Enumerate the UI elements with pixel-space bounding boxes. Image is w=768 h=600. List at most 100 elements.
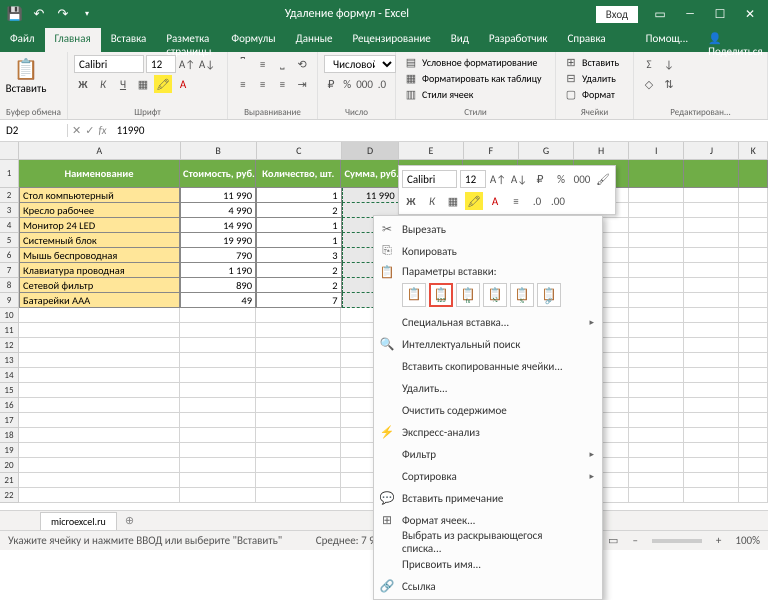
mini-currency-icon[interactable]: ₽ [531,170,549,188]
ctx-smart-lookup[interactable]: 🔍Интеллектуальный поиск [374,333,602,355]
mini-fill-icon[interactable]: 🖍 [465,192,483,210]
zoom-level[interactable]: 100% [735,534,760,547]
fx-icon[interactable]: fx [98,124,106,137]
ctx-link[interactable]: 🔗Ссылка [374,575,602,597]
ctx-define-name[interactable]: Присвоить имя... [374,553,602,575]
tab-review[interactable]: Рецензирование [343,28,441,52]
redo-icon[interactable]: ↷ [52,3,74,25]
sort-filter-icon[interactable]: ⇅ [660,75,678,93]
ctx-paste-special[interactable]: Специальная вставка... [374,311,602,333]
orient-icon[interactable]: ⟲ [293,55,311,73]
font-select[interactable] [74,55,144,73]
ctx-quick-analysis[interactable]: ⚡Экспресс-анализ [374,421,602,443]
sheet-tab[interactable]: microexcel.ru [40,512,117,530]
col-K[interactable]: K [739,142,768,160]
align-left-icon[interactable]: ≡ [234,75,252,93]
fontsize-select[interactable] [146,55,176,73]
currency-icon[interactable]: ₽ [324,75,338,93]
mini-thousands-icon[interactable]: 000 [573,170,591,188]
tab-formulas[interactable]: Формулы [221,28,285,52]
mini-size[interactable] [460,170,486,188]
astable-button[interactable]: Форматировать как таблицу [422,72,542,85]
mini-font[interactable] [402,170,457,188]
ctx-delete[interactable]: Удалить... [374,377,602,399]
ctx-copy[interactable]: ⎘Копировать [374,240,602,262]
col-A[interactable]: A [19,142,181,160]
mini-grow-icon[interactable]: A↑ [489,170,507,188]
cancel-fx-icon[interactable]: ✕ [72,124,81,137]
ctx-format-cells[interactable]: ⊞Формат ячеек... [374,509,602,531]
mini-bold[interactable]: Ж [402,192,420,210]
col-H[interactable]: H [574,142,629,160]
inc-dec-icon[interactable]: .0 [375,75,389,93]
zoom-slider[interactable] [652,539,702,543]
underline-button[interactable]: Ч [114,75,132,93]
view-break-icon[interactable]: ▭ [608,534,618,547]
ribbon-options-icon[interactable]: ▭ [646,3,674,25]
undo-icon[interactable]: ↶ [28,3,50,25]
mini-center-icon[interactable]: ≡ [507,192,525,210]
thousands-icon[interactable]: 000 [356,75,373,93]
new-sheet-icon[interactable]: ⊕ [117,514,142,527]
col-B[interactable]: B [181,142,257,160]
ctx-dropdown[interactable]: Выбрать из раскрывающегося списка... [374,531,602,553]
tab-tellme[interactable]: Помощ... [636,28,698,52]
insert-button[interactable]: Вставить [582,56,619,69]
maximize-icon[interactable]: ☐ [706,3,734,25]
fill-color-icon[interactable]: 🖍 [154,75,172,93]
grow-font-icon[interactable]: A↑ [178,55,196,73]
font-color-icon[interactable]: A [174,75,192,93]
paste-button[interactable]: 📋Вставить [6,54,46,98]
tab-share[interactable]: 👤 Поделиться [698,28,768,52]
fill-icon[interactable]: ↓ [660,55,678,73]
tab-insert[interactable]: Вставка [101,28,157,52]
align-top-icon[interactable]: ⎴ [234,55,252,73]
ctx-cut[interactable]: ✂Вырезать [374,218,602,240]
italic-button[interactable]: К [94,75,112,93]
delete-button[interactable]: Удалить [582,72,616,85]
tab-help[interactable]: Справка [558,28,616,52]
tab-developer[interactable]: Разработчик [479,28,558,52]
cellstyles-button[interactable]: Стили ячеек [422,88,473,101]
align-center-icon[interactable]: ≡ [254,75,272,93]
numfmt-select[interactable]: Числовой [324,55,396,73]
mini-border-icon[interactable]: ▦ [444,192,462,210]
col-F[interactable]: F [464,142,519,160]
tab-view[interactable]: Вид [441,28,479,52]
indent-icon[interactable]: ⇥ [293,75,311,93]
paste-formulas[interactable]: 📋fx [456,283,480,307]
formula-input[interactable]: 11990 [111,124,768,137]
mini-percent-icon[interactable]: % [552,170,570,188]
save-icon[interactable]: 💾 [4,3,26,25]
mini-inc-icon[interactable]: .00 [549,192,567,210]
align-bot-icon[interactable]: ⎵ [274,55,292,73]
tab-file[interactable]: Файл [0,28,45,52]
col-J[interactable]: J [684,142,739,160]
minimize-icon[interactable]: ― [676,3,704,25]
ctx-insert-cells[interactable]: Вставить скопированные ячейки... [374,355,602,377]
col-E[interactable]: E [399,142,464,160]
format-button[interactable]: Формат [582,88,615,101]
zoom-in-icon[interactable]: + [716,534,721,547]
paste-formatting[interactable]: 📋% [510,283,534,307]
zoom-out-icon[interactable]: – [632,534,637,547]
tab-layout[interactable]: Разметка страницы [156,28,221,52]
paste-all[interactable]: 📋 [402,283,426,307]
mini-fontcolor-icon[interactable]: A [486,192,504,210]
close-icon[interactable]: ✕ [736,3,764,25]
mini-shrink-icon[interactable]: A↓ [510,170,528,188]
login-button[interactable]: Вход [596,6,638,23]
align-right-icon[interactable]: ≡ [274,75,292,93]
col-I[interactable]: I [629,142,684,160]
mini-dec-icon[interactable]: .0 [528,192,546,210]
mini-italic[interactable]: К [423,192,441,210]
border-icon[interactable]: ▦ [134,75,152,93]
tab-data[interactable]: Данные [286,28,343,52]
autosum-icon[interactable]: Σ [640,55,658,73]
percent-icon[interactable]: % [340,75,354,93]
tab-home[interactable]: Главная [45,28,101,52]
shrink-font-icon[interactable]: A↓ [198,55,216,73]
align-mid-icon[interactable]: ≡ [254,55,272,73]
ctx-clear[interactable]: Очистить содержимое [374,399,602,421]
name-box[interactable]: D2 [0,124,68,137]
